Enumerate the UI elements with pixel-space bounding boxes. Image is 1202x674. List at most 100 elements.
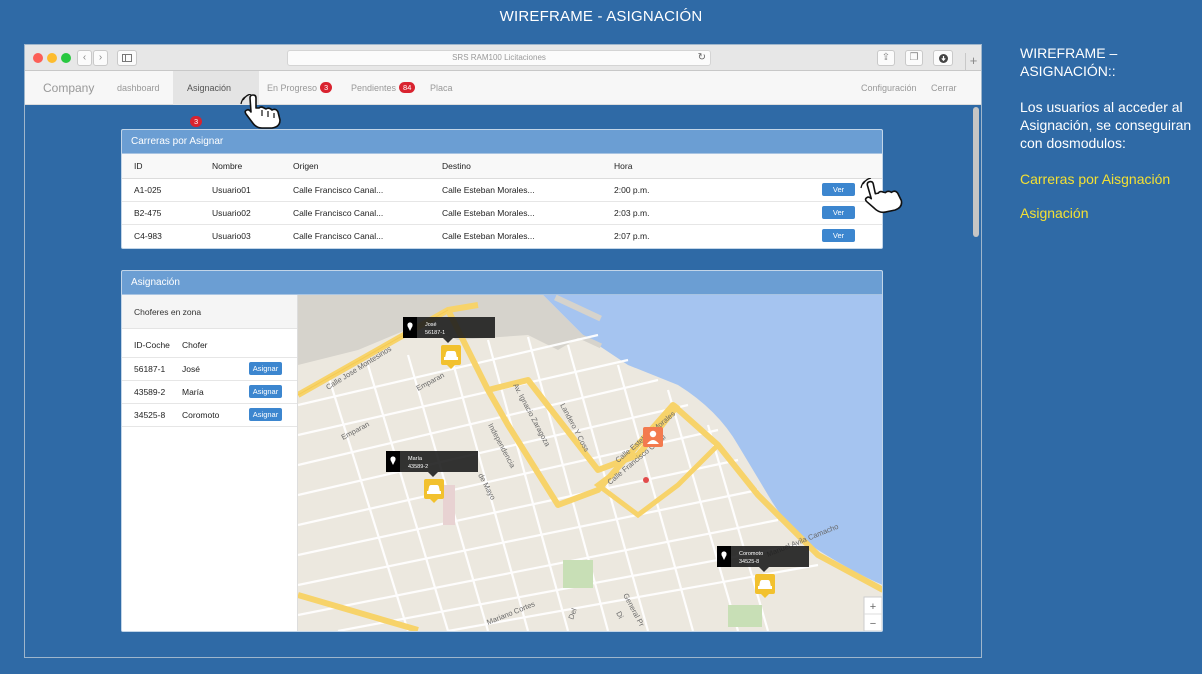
- nav-placa[interactable]: Placa: [416, 71, 467, 105]
- cell-id-coche: 56187-1: [122, 357, 182, 381]
- cell-id: B2-475: [122, 201, 212, 225]
- marker-name: María: [408, 456, 423, 462]
- cell-chofer: Coromoto: [182, 403, 249, 427]
- nav-label: Asignación: [187, 83, 232, 93]
- notes-highlight-asignacion: Asignación: [1020, 205, 1089, 221]
- download-icon[interactable]: [933, 50, 953, 66]
- cell-chofer: José: [182, 357, 249, 381]
- cell-hora: 2:03 p.m.: [614, 201, 822, 225]
- table-row: C4-983 Usuario03 Calle Francisco Canal..…: [122, 224, 882, 247]
- tabs-icon[interactable]: ❐: [905, 50, 923, 66]
- notes-description: Los usuarios al acceder al Asignación, s…: [1020, 99, 1192, 151]
- reload-icon[interactable]: ↻: [698, 51, 706, 65]
- nav-label: En Progreso: [267, 83, 318, 93]
- ver-button[interactable]: Ver: [822, 183, 855, 196]
- col-action: [822, 154, 882, 179]
- col-destino: Destino: [442, 154, 614, 179]
- brand-logo[interactable]: Company: [43, 81, 94, 95]
- nav-cerrar[interactable]: Cerrar: [931, 71, 957, 105]
- destination-user-icon[interactable]: [643, 427, 663, 447]
- sidebar-icon[interactable]: [117, 50, 137, 66]
- cell-action: Asignar: [249, 380, 297, 404]
- cell-nombre: Usuario02: [212, 201, 293, 225]
- pointer-hand-icon: [240, 94, 281, 129]
- address-bar-text: SRS RAM100 Licitaciones: [452, 53, 546, 62]
- asignar-button[interactable]: Asignar: [249, 385, 282, 398]
- address-bar[interactable]: SRS RAM100 Licitaciones ↻: [287, 50, 711, 66]
- col-chofer: Chofer: [182, 333, 249, 358]
- map-canvas[interactable]: Calle Jose Montesinos Emparan Emparan Av…: [298, 295, 882, 631]
- maximize-window-button[interactable]: [61, 53, 71, 63]
- asignacion-panel: Asignación Choferes en zona ID-Coche Cho…: [121, 270, 883, 632]
- ver-button[interactable]: Ver: [822, 229, 855, 243]
- share-icon[interactable]: ⇪: [877, 50, 895, 66]
- map-view[interactable]: Calle Jose Montesinos Emparan Emparan Av…: [298, 295, 882, 631]
- cell-action: Asignar: [249, 357, 297, 381]
- nav-badge: 84: [399, 82, 416, 93]
- asignacion-panel-title: Asignación: [122, 271, 882, 295]
- nav-label: Pendientes: [351, 83, 397, 93]
- cell-hora: 2:00 p.m.: [614, 178, 822, 202]
- cell-action: Ver: [822, 224, 882, 247]
- minimize-window-button[interactable]: [47, 53, 57, 63]
- cell-destino: Calle Esteban Morales...: [442, 230, 535, 241]
- col-hora: Hora: [614, 154, 822, 179]
- marker-id: 56187-1: [425, 330, 445, 336]
- col-id-coche: ID-Coche: [122, 333, 182, 358]
- table-row: A1-025 Usuario01 Calle Francisco Canal..…: [122, 178, 882, 202]
- table-header-row: ID Nombre Origen Destino Hora: [122, 154, 882, 179]
- notes-highlight-carreras: Carreras por Aisgnación: [1020, 171, 1171, 187]
- back-icon[interactable]: ‹: [77, 50, 92, 66]
- choferes-table: ID-Coche Chofer 56187-1 José Asignar 435…: [122, 333, 297, 427]
- ver-button[interactable]: Ver: [822, 206, 855, 219]
- nav-badge: 3: [320, 82, 333, 93]
- forward-icon[interactable]: ›: [93, 50, 108, 66]
- cell-destino: Calle Esteban Morales...: [442, 201, 614, 225]
- cell-id-coche: 43589-2: [122, 380, 182, 404]
- carreras-table: ID Nombre Origen Destino Hora A1-025 Usu…: [122, 154, 882, 247]
- table-row: 34525-8 Coromoto Asignar: [122, 403, 297, 427]
- asignar-button[interactable]: Asignar: [249, 362, 282, 375]
- cell-chofer: María: [182, 380, 249, 404]
- cell-id-coche: 34525-8: [122, 403, 182, 427]
- table-row: B2-475 Usuario02 Calle Francisco Canal..…: [122, 201, 882, 225]
- new-tab-icon[interactable]: +: [965, 53, 981, 71]
- cell-origen: Calle Francisco Canal...: [293, 178, 442, 202]
- nav-label: dashboard: [117, 83, 160, 93]
- app-navbar: Company dashboard Asignación 3 En Progres…: [25, 71, 981, 127]
- table-row: 43589-2 María Asignar: [122, 380, 297, 404]
- nav-configuracion[interactable]: Configuración: [861, 71, 917, 105]
- col-action: [249, 333, 297, 358]
- cell-nombre: Usuario01: [212, 178, 293, 202]
- cell-hora: 2:07 p.m.: [614, 230, 650, 241]
- browser-toolbar: ‹ › SRS RAM100 Licitaciones ↻ ⇪ ❐ +: [25, 45, 981, 71]
- cell-origen: Calle Francisco Canal...: [293, 230, 384, 241]
- carreras-panel-title: Carreras por Asignar: [122, 130, 882, 154]
- origin-pin-icon[interactable]: [643, 477, 649, 483]
- marker-id: 34525-8: [739, 559, 759, 565]
- close-window-button[interactable]: [33, 53, 43, 63]
- choferes-list: Choferes en zona ID-Coche Chofer 56187-1…: [122, 295, 298, 631]
- cell-id: C4-983: [134, 230, 162, 241]
- cell-origen: Calle Francisco Canal...: [293, 201, 442, 225]
- page-scrollbar[interactable]: [973, 107, 979, 237]
- notes-panel: WIREFRAME – ASIGNACIÓN:: Los usuarios al…: [1020, 44, 1196, 238]
- marker-name: José: [425, 322, 437, 328]
- choferes-subtitle: Choferes en zona: [122, 295, 297, 329]
- carreras-panel: Carreras por Asignar ID Nombre Origen De…: [121, 129, 883, 249]
- zoom-in-button[interactable]: +: [870, 601, 876, 613]
- col-origen: Origen: [293, 154, 442, 179]
- cell-destino: Calle Esteban Morales...: [442, 178, 614, 202]
- marker-name: Coromoto: [739, 551, 763, 557]
- table-header-row: ID-Coche Chofer: [122, 333, 297, 358]
- notes-title: WIREFRAME – ASIGNACIÓN::: [1020, 45, 1118, 79]
- pointer-hand-icon: [860, 178, 903, 214]
- browser-window: ‹ › SRS RAM100 Licitaciones ↻ ⇪ ❐ + Comp…: [24, 44, 982, 658]
- nav-badge: 3: [190, 116, 203, 127]
- zoom-out-button[interactable]: −: [870, 618, 876, 630]
- cell-action: Asignar: [249, 403, 297, 427]
- nav-label: Placa: [430, 83, 453, 93]
- slide-title: WIREFRAME - ASIGNACIÓN: [499, 8, 703, 25]
- nav-dashboard[interactable]: dashboard: [103, 71, 174, 105]
- asignar-button[interactable]: Asignar: [249, 408, 282, 421]
